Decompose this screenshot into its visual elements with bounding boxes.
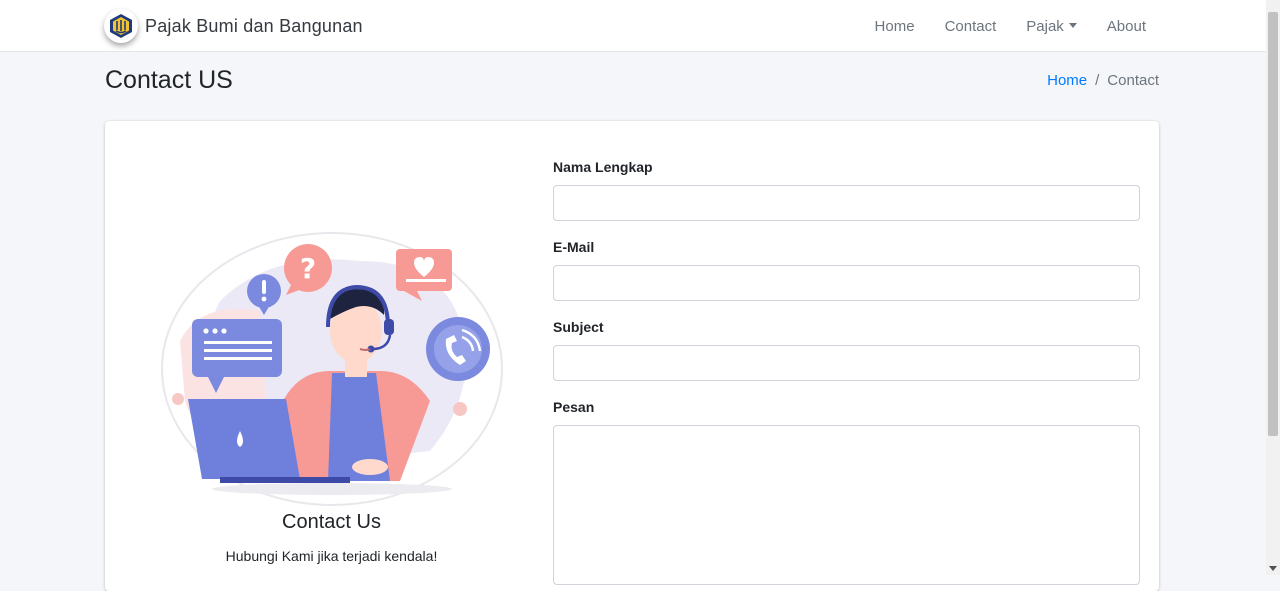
page-title: Contact US [105,66,233,94]
nav-item-about[interactable]: About [1092,18,1161,35]
pesan-textarea[interactable] [553,425,1140,585]
svg-text:?: ? [300,252,316,285]
customer-support-illustration: ? [160,231,505,511]
form-group-subject: Subject [553,317,1140,381]
brand-link[interactable]: Pajak Bumi dan Bangunan [104,8,363,44]
nav-item-pajak-label: Pajak [1026,17,1064,35]
email-input[interactable] [553,265,1140,301]
subject-input[interactable] [553,345,1140,381]
nama-lengkap-label: Nama Lengkap [553,159,653,175]
email-label: E-Mail [553,239,595,255]
scroll-down-arrow-icon[interactable] [1269,566,1277,571]
breadcrumb-home-link[interactable]: Home [1047,72,1087,89]
contact-card: ? Contact Us Hubungi Kami jika terjadi k… [105,121,1159,591]
nama-lengkap-input[interactable] [553,185,1140,221]
form-group-nama: Nama Lengkap [553,157,1140,221]
kemenkeu-emblem-icon [104,9,138,43]
nav-item-pajak-dropdown[interactable]: Pajak [1011,18,1092,35]
caret-down-icon [1068,22,1077,28]
breadcrumb-current: Contact [1107,72,1159,89]
page-scrollbar[interactable] [1266,0,1280,575]
subject-label: Subject [553,319,604,335]
scrollbar-thumb[interactable] [1268,12,1278,436]
nav-item-home[interactable]: Home [860,18,930,35]
breadcrumb-separator: / [1095,72,1100,89]
nav-item-contact[interactable]: Contact [930,18,1012,35]
breadcrumb: Home / Contact [1047,72,1159,89]
pesan-label: Pesan [553,399,595,415]
main-nav: Home Contact Pajak About [860,0,1161,52]
brand-title: Pajak Bumi dan Bangunan [145,15,363,36]
contact-form: Nama Lengkap E-Mail Subject Pesan [553,157,1140,585]
contact-heading: Contact Us [282,511,381,533]
contact-subtext: Hubungi Kami jika terjadi kendala! [225,548,438,564]
top-navbar: Pajak Bumi dan Bangunan Home Contact Paj… [0,0,1266,52]
form-group-pesan: Pesan [553,397,1140,585]
form-group-email: E-Mail [553,237,1140,301]
